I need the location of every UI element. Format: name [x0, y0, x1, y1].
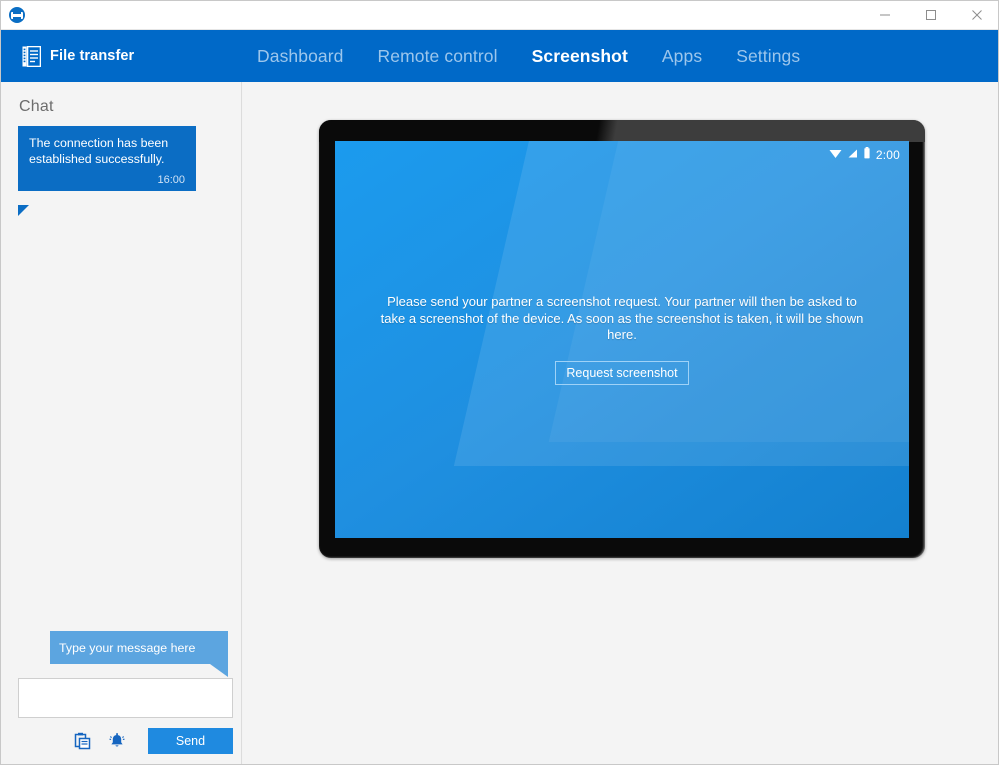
- composer-hint-tail: [210, 664, 228, 677]
- tab-remote-control[interactable]: Remote control: [378, 46, 498, 67]
- paste-clipboard-icon[interactable]: [73, 731, 93, 751]
- nudge-bell-icon[interactable]: [107, 731, 127, 751]
- brand-label: File transfer: [50, 48, 135, 64]
- close-icon[interactable]: [954, 1, 998, 29]
- window-controls: [862, 1, 998, 29]
- chat-bubble-tail: [18, 205, 29, 216]
- chat-panel-title: Chat: [19, 98, 54, 115]
- chat-message: The connection has been established succ…: [18, 126, 196, 191]
- maximize-icon[interactable]: [908, 1, 954, 29]
- nav-tab-list: Dashboard Remote control Screenshot Apps…: [257, 46, 800, 67]
- device-screen: 2:00 Please send your partner a screensh…: [335, 141, 909, 538]
- device-frame: 2:00 Please send your partner a screensh…: [319, 120, 925, 558]
- tab-apps[interactable]: Apps: [662, 46, 702, 67]
- teamviewer-logo-icon: [8, 6, 26, 24]
- composer-hint-text: Type your message here: [59, 640, 196, 655]
- chat-message-text: The connection has been established succ…: [29, 136, 169, 166]
- screenshot-placeholder: Please send your partner a screenshot re…: [335, 141, 909, 538]
- file-transfer-icon: [22, 45, 42, 67]
- send-button[interactable]: Send: [148, 728, 233, 754]
- composer-hint-bubble: Type your message here: [50, 631, 228, 664]
- chat-sidebar: Chat The connection has been established…: [1, 82, 242, 764]
- message-input[interactable]: [18, 678, 233, 718]
- tab-dashboard[interactable]: Dashboard: [257, 46, 344, 67]
- tab-settings[interactable]: Settings: [736, 46, 800, 67]
- brand-file-transfer[interactable]: File transfer: [22, 45, 222, 67]
- title-bar: [1, 1, 998, 30]
- minimize-icon[interactable]: [862, 1, 908, 29]
- chat-message-list[interactable]: The connection has been established succ…: [1, 126, 242, 686]
- tab-screenshot[interactable]: Screenshot: [532, 46, 628, 67]
- screenshot-stage: 2:00 Please send your partner a screensh…: [243, 82, 998, 764]
- composer-actions: Send: [18, 728, 233, 754]
- application-window: File transfer Dashboard Remote control S…: [0, 0, 999, 765]
- request-screenshot-button[interactable]: Request screenshot: [555, 360, 689, 385]
- navigation-bar: File transfer Dashboard Remote control S…: [1, 30, 998, 82]
- screenshot-instruction-text: Please send your partner a screenshot re…: [380, 294, 864, 343]
- chat-message-time: 16:00: [157, 174, 185, 186]
- chat-composer: Type your message here Send: [1, 621, 242, 764]
